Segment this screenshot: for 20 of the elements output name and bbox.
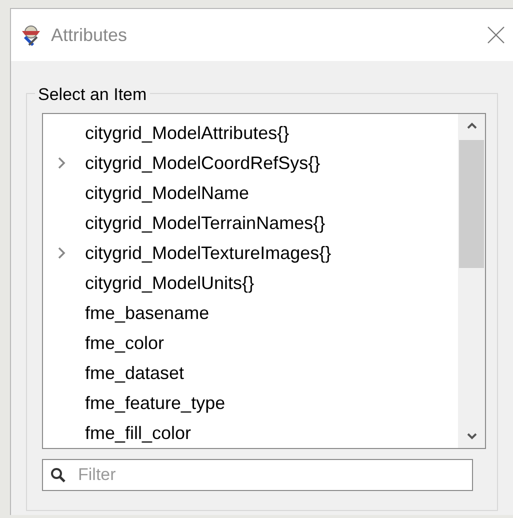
list-item[interactable]: fme_basename (85, 300, 210, 326)
close-icon[interactable] (487, 26, 505, 44)
list-item[interactable]: citygrid_ModelTextureImages{} (85, 240, 332, 266)
scrollbar[interactable] (458, 114, 485, 448)
list-item[interactable]: citygrid_ModelTerrainNames{} (85, 210, 326, 236)
list-item[interactable]: citygrid_ModelUnits{} (85, 270, 254, 296)
filter-field[interactable]: Filter (42, 459, 473, 491)
list-item[interactable]: fme_color (85, 330, 164, 356)
search-icon (50, 467, 66, 483)
list-item[interactable]: citygrid_ModelCoordRefSys{} (85, 150, 320, 176)
list-item[interactable]: citygrid_ModelAttributes{} (85, 120, 290, 146)
list-item[interactable]: fme_feature_type (85, 390, 226, 416)
list-item[interactable]: citygrid_ModelName (85, 180, 250, 206)
expand-chevron-icon[interactable] (57, 246, 67, 260)
list-item[interactable]: fme_dataset (85, 360, 184, 386)
wizard-icon (19, 23, 43, 47)
window-title: Attributes (51, 24, 128, 46)
list-item[interactable]: fme_fill_color (85, 420, 192, 446)
expand-chevron-icon[interactable] (57, 156, 67, 170)
scroll-thumb[interactable] (459, 140, 484, 268)
